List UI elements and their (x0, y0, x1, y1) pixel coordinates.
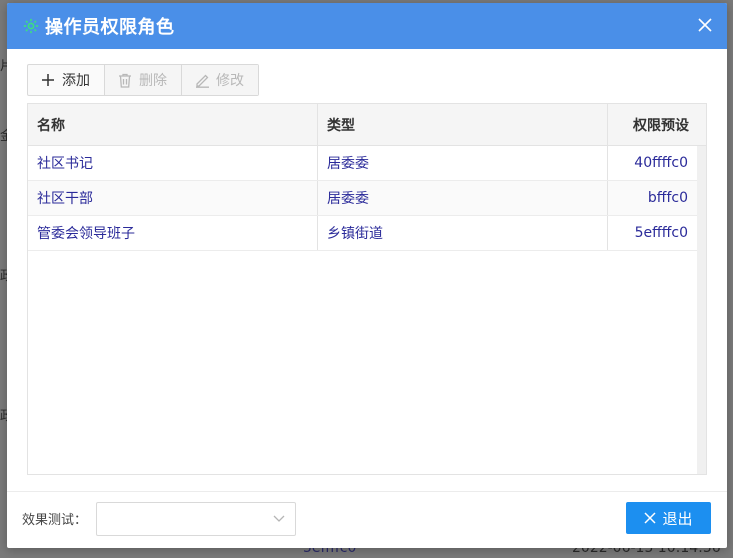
column-header-name[interactable]: 名称 (28, 104, 318, 145)
cell-type: 乡镇街道 (318, 216, 608, 250)
cell-name: 管委会领导班子 (28, 216, 318, 250)
plus-icon (40, 72, 56, 88)
chevron-down-icon (273, 512, 285, 528)
cell-type: 居委委 (318, 146, 608, 180)
close-icon (698, 18, 712, 32)
close-icon (644, 512, 657, 524)
column-header-type[interactable]: 类型 (318, 104, 608, 145)
column-header-permission[interactable]: 权限预设 (608, 104, 698, 145)
edit-button[interactable]: 修改 (182, 65, 258, 95)
add-button[interactable]: 添加 (28, 65, 105, 95)
table-header: 名称 类型 权限预设 (28, 104, 706, 146)
edit-label: 修改 (216, 73, 244, 89)
cell-name: 社区书记 (28, 146, 318, 180)
toolbar: 添加 删除 修改 (27, 64, 259, 96)
footer-divider (7, 491, 727, 492)
exit-button[interactable]: 退出 (626, 502, 711, 534)
close-button[interactable] (693, 13, 717, 37)
dialog-header: 操作员权限角色 (7, 3, 727, 49)
delete-button[interactable]: 删除 (105, 65, 182, 95)
cell-name: 社区干部 (28, 181, 318, 215)
table-body: 社区书记 居委委 40ffffc0 社区干部 居委委 bfffc0 管委会领导班… (28, 146, 706, 251)
cell-permission: 5effffc0 (608, 216, 698, 250)
role-dialog: 操作员权限角色 添加 删除 修改 名称 类型 权限预设 社区书记 居委委 40f… (7, 3, 727, 548)
vertical-scrollbar[interactable] (697, 146, 706, 474)
roles-table: 名称 类型 权限预设 社区书记 居委委 40ffffc0 社区干部 居委委 bf… (27, 103, 707, 475)
cell-permission: bfffc0 (608, 181, 698, 215)
cell-permission: 40ffffc0 (608, 146, 698, 180)
table-row[interactable]: 管委会领导班子 乡镇街道 5effffc0 (28, 216, 706, 251)
trash-icon (117, 72, 133, 88)
exit-label: 退出 (662, 509, 693, 528)
delete-label: 删除 (139, 73, 167, 89)
settings-gear-icon (21, 16, 41, 36)
pencil-icon (194, 72, 210, 88)
effect-test-select[interactable] (96, 502, 296, 536)
effect-test-label: 效果测试： (22, 513, 88, 528)
add-label: 添加 (62, 73, 90, 89)
cell-type: 居委委 (318, 181, 608, 215)
table-row[interactable]: 社区干部 居委委 bfffc0 (28, 181, 706, 216)
dialog-title: 操作员权限角色 (45, 17, 175, 38)
table-row[interactable]: 社区书记 居委委 40ffffc0 (28, 146, 706, 181)
